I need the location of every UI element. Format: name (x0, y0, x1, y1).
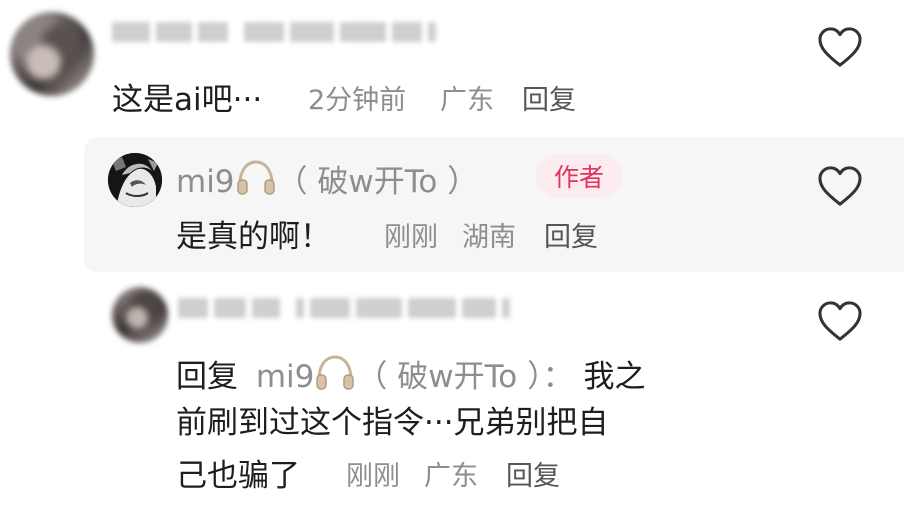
comment-location: 广东 (440, 85, 494, 116)
comment-text: 这是ai吧··· (112, 82, 263, 118)
reply-word: 回复 (176, 359, 238, 395)
heart-outline-icon[interactable] (817, 165, 863, 207)
reply-location: 广东 (424, 461, 478, 492)
author-badge: 作者 (536, 154, 622, 198)
headphones-icon (235, 158, 277, 196)
comment-time: 2分钟前 (308, 85, 407, 116)
reply-line-3: 己也骗了 (176, 458, 300, 494)
avatar[interactable] (10, 12, 94, 96)
reply-target-username[interactable]: mi9 （ 破w开To ）： (255, 355, 574, 395)
comment-thread: 这是ai吧··· 2分钟前 广东 回复 mi9 （ 破w开To ） 作者 是真的啊… (0, 0, 904, 521)
reply-text-part: 我之 (583, 359, 646, 395)
reply-location: 湖南 (462, 222, 516, 253)
reply-button[interactable]: 回复 (522, 87, 576, 114)
heart-outline-icon[interactable] (817, 26, 863, 68)
username-blurred[interactable] (178, 298, 510, 318)
reply-button[interactable]: 回复 (506, 463, 560, 490)
headphones-icon (314, 353, 356, 391)
avatar[interactable] (112, 287, 168, 343)
reply-text: 是真的啊！ (176, 219, 331, 255)
reply-time: 刚刚 (346, 461, 400, 492)
reply-time: 刚刚 (384, 222, 438, 253)
username-text: mi9 (176, 164, 235, 200)
heart-outline-icon[interactable] (817, 300, 863, 342)
reply-button[interactable]: 回复 (544, 224, 598, 251)
reply-line-2: 前刷到过这个指令···兄弟别把自 (176, 405, 609, 441)
username-blurred[interactable] (112, 22, 436, 42)
reply-line-1: 回复 mi9 （ 破w开To ）： 我之 (176, 353, 645, 393)
avatar[interactable] (108, 153, 162, 207)
username-suffix: （ 破w开To ） (276, 164, 479, 200)
target-username-suffix: （ 破w开To ）： (356, 359, 574, 395)
target-username-text: mi9 (255, 359, 315, 395)
reply-username[interactable]: mi9 （ 破w开To ） (176, 158, 478, 198)
